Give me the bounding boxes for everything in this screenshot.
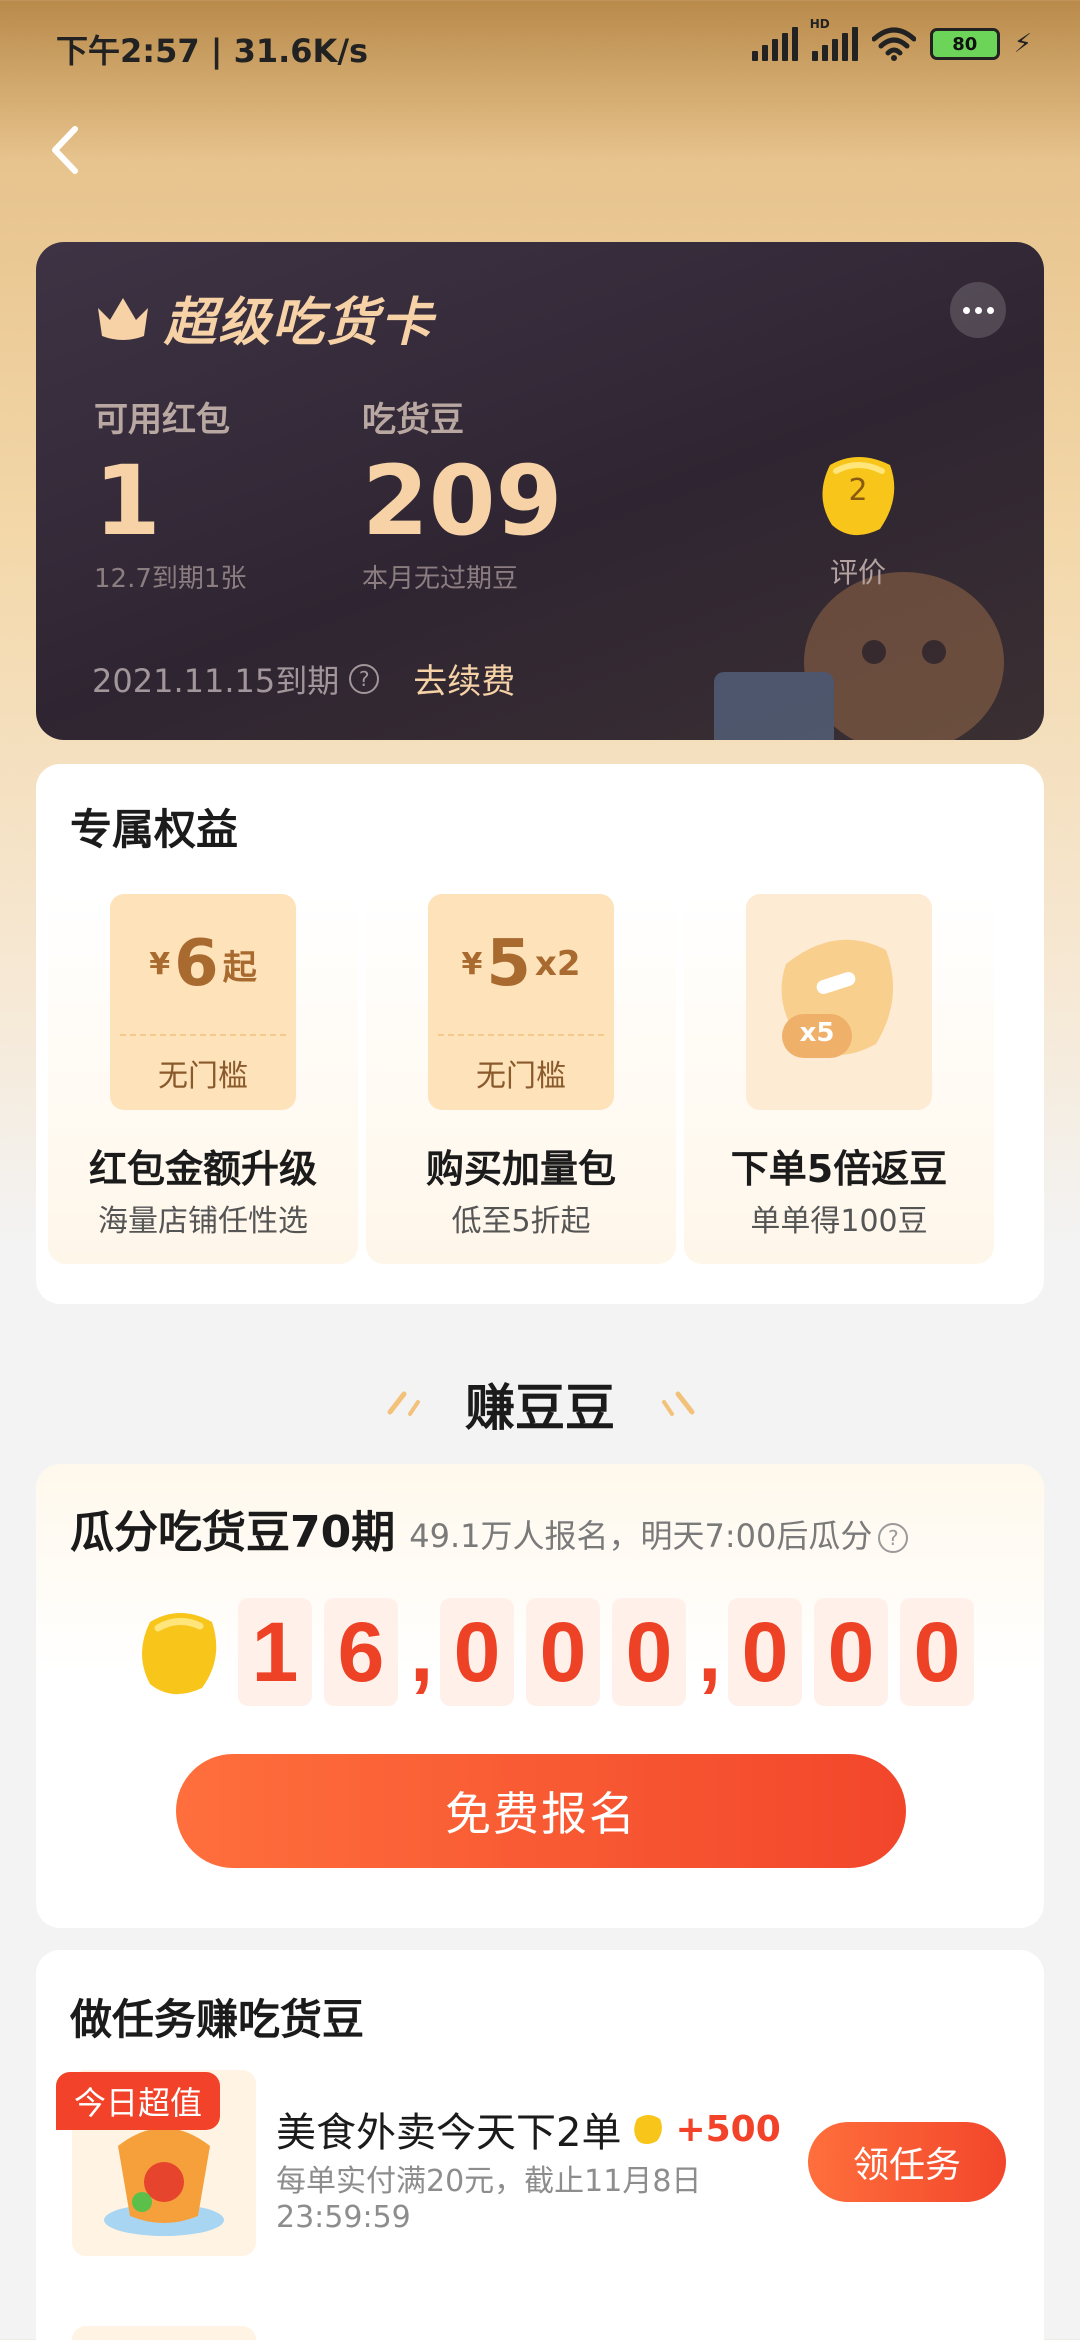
coupon-value: 6 [174,927,219,1001]
benefit-desc: 低至5折起 [451,1204,591,1239]
crown-icon [98,297,148,340]
coupon-suffix: x2 [534,944,581,984]
counter-digit: 1 [238,1598,312,1706]
red-packet-sub: 12.7到期1张 [94,563,247,594]
benefit-desc: 单单得100豆 [750,1204,928,1239]
counter-separator: , [410,1604,434,1699]
benefit-desc: 海量店铺任性选 [98,1204,308,1239]
charging-icon: ⚡ [1013,29,1032,59]
card-title: 超级吃货卡 [94,280,434,355]
beans-label: 吃货豆 [362,400,464,440]
benefit-item-bonus-pack[interactable]: ¥ 5 x2 无门槛 购买加量包 低至5折起 [366,894,676,1264]
help-icon[interactable]: ? [878,1523,909,1553]
benefit-name: 红包金额升级 [88,1147,317,1191]
red-packet-stat[interactable]: 可用红包 1 12.7到期1张 [94,392,246,595]
currency-symbol: ¥ [149,946,171,982]
beans-value: 209 [362,445,563,557]
coupon-suffix: 起 [222,947,257,988]
earn-beans-heading: 赚豆豆 [0,1368,1080,1440]
help-icon[interactable]: ? [349,663,380,694]
coupon-amount: ¥ 6 起 [110,894,296,1034]
counter-digit: 0 [612,1598,686,1706]
status-bar: 下午2:57 | 31.6K/s HD 80 ⚡ [0,0,1080,96]
claim-task-button[interactable]: 领任务 [808,2122,1006,2202]
split-title: 瓜分吃货豆70期 [70,1507,396,1558]
dot [962,306,970,314]
task-desc: 每单实付满20元，截止11月8日23:59:59 [276,2164,702,2235]
review-entry[interactable]: 2 评价 [796,447,920,591]
red-packet-label: 可用红包 [94,400,230,440]
benefit-name: 购买加量包 [425,1147,616,1191]
next-task-thumbnail [72,2326,256,2340]
task-reward: +500 [675,2108,781,2150]
bean-icon [781,939,894,1058]
counter-digit: 0 [814,1598,888,1706]
back-button[interactable] [36,118,92,182]
split-beans-card: 瓜分吃货豆70期 49.1万人报名，明天7:00后瓜分? 1 6 , 0 0 0… [36,1464,1044,1928]
card-title-text: 超级吃货卡 [164,293,435,353]
earn-beans-title: 赚豆豆 [465,1379,615,1437]
counter-digit: 6 [324,1598,398,1706]
benefits-section: 专属权益 ¥ 6 起 无门槛 红包金额升级 海量店铺任性选 ¥ 5 x2 无门槛… [36,764,1044,1304]
counter-digit: 0 [440,1598,514,1706]
counter-digit: 0 [526,1598,600,1706]
signal-hd-icon: HD [810,17,858,61]
sparkle-icon [662,1391,695,1416]
counter-digit: 0 [728,1598,802,1706]
multiplier-badge: x5 [799,1018,835,1048]
split-header: 瓜分吃货豆70期 49.1万人报名，明天7:00后瓜分? [70,1496,909,1560]
coupon-value: 5 [486,927,531,1001]
task-title: 美食外卖今天下2单 [276,2110,622,2156]
free-signup-button[interactable]: 免费报名 [176,1754,906,1868]
benefit-item-bean-multiplier[interactable]: x5 下单5倍返豆 单单得100豆 [684,894,994,1264]
member-card: 超级吃货卡 可用红包 1 12.7到期1张 吃货豆 209 本月无过期豆 2 评… [36,242,1044,740]
tasks-section: 做任务赚吃货豆 今日超值 美食外卖今天下2单 +500 每单实付满20元，截止1… [36,1950,1044,2340]
split-info-text: 49.1万人报名，明天7:00后瓜分 [409,1517,873,1555]
coupon-amount: ¥ 5 x2 [428,894,614,1034]
beans-sub: 本月无过期豆 [362,563,519,594]
review-badge: 2 [848,473,868,508]
task-title-row: 美食外卖今天下2单 +500 [276,2100,781,2158]
tasks-title: 做任务赚吃货豆 [70,1995,365,2044]
split-info: 49.1万人报名，明天7:00后瓜分? [409,1511,909,1557]
deal-tag: 今日超值 [56,2072,221,2130]
dot [974,306,982,314]
hd-label: HD [809,17,830,31]
coupon-card: ¥ 5 x2 无门槛 [428,894,614,1110]
wifi-icon [871,27,916,61]
more-button[interactable] [950,282,1006,338]
chevron-left-icon [52,126,78,174]
signal-icon [751,27,798,61]
benefit-name: 下单5倍返豆 [730,1147,948,1191]
review-label: 评价 [829,556,886,589]
battery-icon: 80 [929,28,1000,60]
benefit-item-red-packet-upgrade[interactable]: ¥ 6 起 无门槛 红包金额升级 海量店铺任性选 [48,894,358,1264]
counter-digit: 0 [900,1598,974,1706]
currency-symbol: ¥ [461,946,483,982]
renew-link[interactable]: 去续费 [413,654,515,703]
coupon-card: ¥ 6 起 无门槛 [110,894,296,1110]
bean-icon [142,1613,217,1695]
expiry-text: 2021.11.15到期 [92,661,340,700]
benefits-title: 专属权益 [70,805,239,854]
status-time: 下午2:57 | 31.6K/s [56,32,369,70]
dot [986,306,994,314]
red-packet-value: 1 [94,445,161,557]
bean-icon [634,2115,663,2144]
sparkle-icon [387,1391,420,1416]
counter-separator: , [698,1604,722,1699]
coupon-tag: 无门槛 [158,1059,248,1094]
card-footer: 2021.11.15到期 ? 去续费 [92,654,515,703]
bean-pool-counter: 1 6 , 0 0 0 , 0 0 0 [132,1598,974,1706]
status-icons: HD 80 ⚡ [751,17,1032,64]
beans-stat[interactable]: 吃货豆 209 本月无过期豆 [362,392,562,595]
bean-multiplier-tile: x5 [746,894,932,1110]
coupon-tag: 无门槛 [476,1059,566,1094]
